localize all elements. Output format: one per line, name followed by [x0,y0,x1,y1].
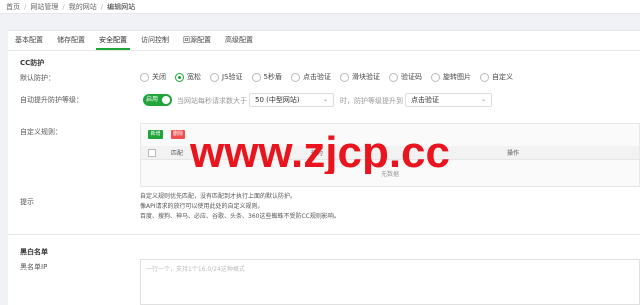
radio-label: JS验证 [222,73,243,81]
radio-label: 自定义 [491,73,513,81]
radio-rotate-image[interactable]: 旋转图片 [430,72,471,82]
tab-origin[interactable]: 回源配置 [176,34,218,50]
radio-label: 旋转图片 [442,73,471,81]
breadcrumb-separator: / [24,2,27,11]
tab-advanced[interactable]: 高级配置 [218,34,260,50]
watermark-text: www.zjcp.cc [189,128,450,174]
tip-item: 像API请求的放行可以使用此处的自定义规则。 [140,203,264,210]
radio-label: 5秒盾 [263,73,282,81]
auto-raise-toggle[interactable]: 启用 [143,94,172,106]
radio-click-verify[interactable]: 点击验证 [290,72,331,82]
tab-security[interactable]: 安全配置 [92,34,134,50]
radio-off[interactable]: 关闭 [140,72,166,82]
radio-label: 关闭 [152,73,166,81]
radio-5s-shield[interactable]: 5秒盾 [251,72,282,82]
tips-label: 提示 [20,198,34,206]
radio-circle-checked-icon [175,72,184,82]
radio-js-verify[interactable]: JS验证 [210,72,243,82]
radio-captcha[interactable]: 验证码 [388,72,422,82]
tip-item: 百度、搜狗、神马、必应、谷歌、头条、360这些蜘蛛不受防CC规则影响。 [140,213,340,220]
raise-to-value: 点击验证 [411,96,439,104]
radio-circle-icon [290,72,300,82]
tab-access-control[interactable]: 访问控制 [134,34,176,50]
radio-circle-icon [339,72,349,82]
chevron-down-icon: ⌄ [480,96,486,103]
radio-label: 宽松 [187,73,201,81]
watermark: www.zjcp.cc [189,128,450,174]
radio-label: 验证码 [400,73,422,81]
rps-threshold-select[interactable]: 50 (中型网站) ⌄ [249,93,334,107]
toggle-label: 启用 [146,96,159,103]
blackwhite-section-title: 黑白名单 [20,248,48,256]
section-divider [8,234,640,235]
auto-raise-text-after: 时，防护等级提升到 [340,97,403,105]
tab-bar: 基本配置 储存配置 安全配置 访问控制 回源配置 高级配置 [8,34,260,50]
auto-raise-label: 自动提升防护等级： [20,96,83,104]
radio-label: 滑块验证 [351,73,380,81]
cc-section-title: CC防护 [20,59,45,67]
default-protection-radios: 关闭 宽松 JS验证 5秒盾 点击验证 滑块验证 验证码 旋转图片 自定义 [140,72,522,82]
rps-threshold-value: 50 (中型网站) [255,96,300,104]
radio-label: 点击验证 [302,73,331,81]
breadcrumb-home[interactable]: 首页 [6,2,20,12]
radio-circle-icon [430,72,440,82]
breadcrumb: 首页 / 网站管理 / 我的网站 / 编辑网站 [0,0,640,14]
tab-basic[interactable]: 基本配置 [8,34,50,50]
blacklist-label: 黑名单IP [20,263,48,271]
tips-list: 自定义规则优先匹配，没有匹配到才执行上面的默认防护。 像API请求的放行可以使用… [140,192,340,222]
radio-loose[interactable]: 宽松 [175,72,201,82]
breadcrumb-current: 编辑网站 [107,2,136,11]
breadcrumb-site-management[interactable]: 网站管理 [30,2,58,12]
custom-rules-label: 自定义规则： [20,128,62,136]
raise-to-select[interactable]: 点击验证 ⌄ [405,93,492,107]
breadcrumb-separator: / [100,2,104,11]
radio-circle-icon [479,72,489,82]
tip-item: 自定义规则优先匹配，没有匹配到才执行上面的默认防护。 [140,193,297,200]
breadcrumb-my-sites[interactable]: 我的网站 [69,2,97,12]
radio-slider-verify[interactable]: 滑块验证 [339,72,380,82]
radio-circle-icon [388,72,398,82]
default-protection-label: 默认防护： [20,74,55,82]
radio-circle-icon [140,72,149,82]
tab-storage[interactable]: 储存配置 [50,34,92,50]
breadcrumb-separator: / [62,2,65,11]
radio-custom[interactable]: 自定义 [479,72,513,82]
blacklist-textarea[interactable]: 一行一个，支持1个16.0/24这种格式 [140,259,640,305]
radio-circle-icon [210,72,219,82]
tab-divider [8,50,640,51]
radio-circle-icon [251,72,261,82]
chevron-down-icon: ⌄ [322,96,328,103]
auto-raise-text-before: 当网站每秒请求数大于 [177,97,247,105]
col-header-operation: 操作 [507,150,520,157]
